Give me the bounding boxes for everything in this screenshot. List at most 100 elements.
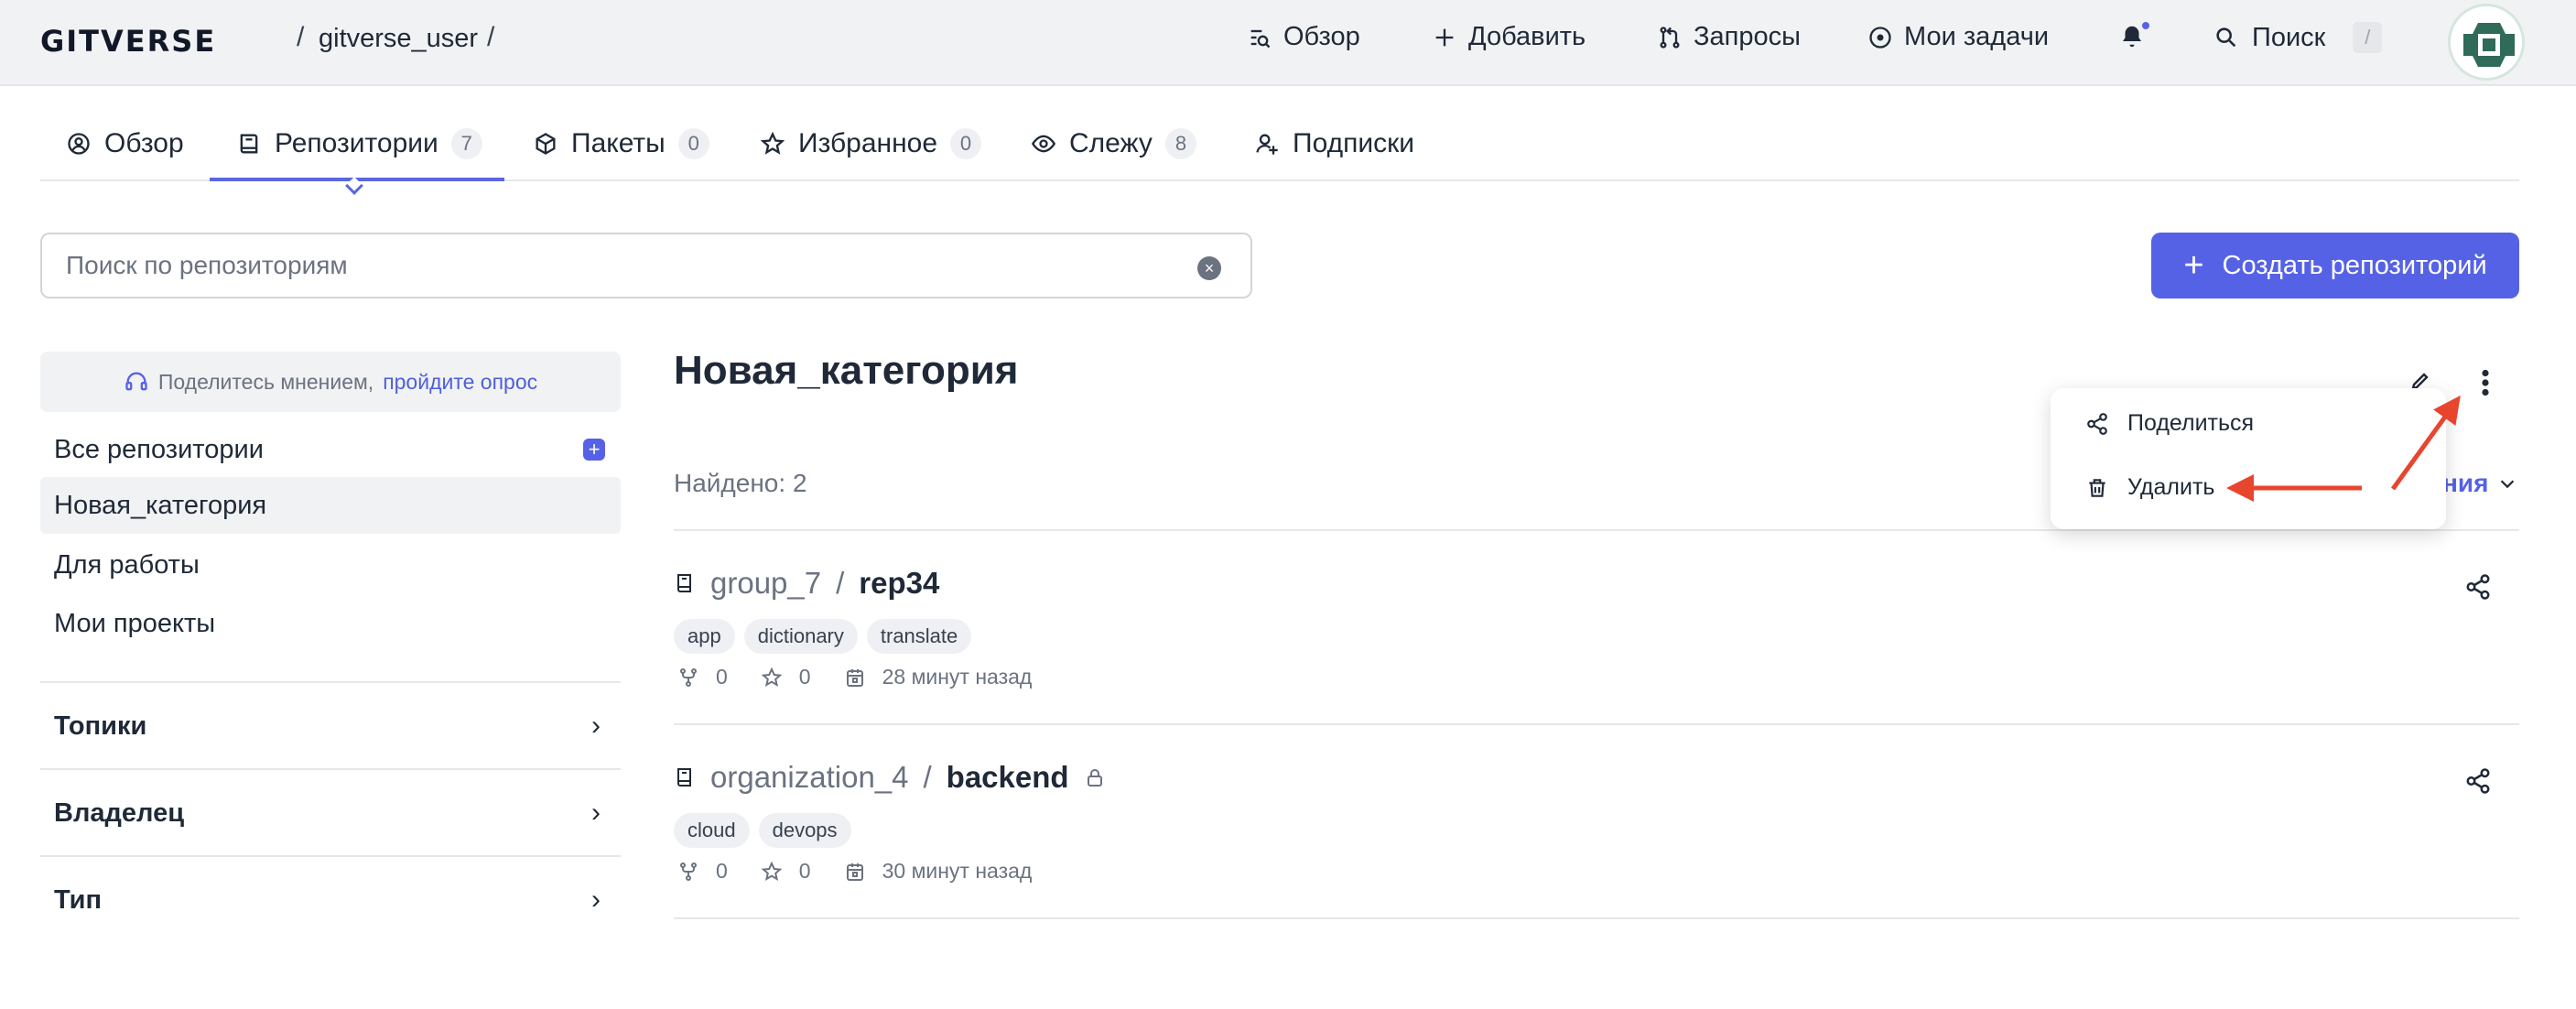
- survey-link[interactable]: пройдите опрос: [383, 370, 537, 395]
- repo-meta: 0 0 30 минут назад: [677, 859, 1032, 884]
- topic-tag[interactable]: app: [674, 619, 735, 654]
- nav-add-label: Добавить: [1468, 22, 1586, 51]
- eye-icon: [1031, 135, 1056, 153]
- repo-tags: cloud devops: [674, 813, 851, 848]
- notification-dot: [2140, 20, 2151, 31]
- tab-label: Репозитории: [275, 128, 438, 158]
- topic-tag[interactable]: cloud: [674, 813, 750, 848]
- create-repo-label: Создать репозиторий: [2222, 250, 2487, 280]
- topic-tag[interactable]: dictionary: [743, 619, 858, 654]
- nav-overview-label: Обзор: [1283, 22, 1360, 51]
- global-search-label: Поиск: [2252, 22, 2326, 52]
- category-work[interactable]: Для работы: [40, 537, 621, 593]
- chevron-right-icon: ›: [591, 711, 601, 741]
- tab-favorites[interactable]: Избранное 0: [760, 128, 982, 159]
- menu-item-delete[interactable]: Удалить: [2085, 474, 2214, 501]
- repo-name[interactable]: backend: [947, 760, 1069, 795]
- repo-title[interactable]: group_7 / rep34: [674, 566, 939, 601]
- pull-request-icon: [1660, 26, 1680, 49]
- breadcrumb-user[interactable]: gitverse_user: [319, 24, 478, 54]
- nav-requests-label: Запросы: [1694, 22, 1801, 51]
- repo-search-field[interactable]: ×: [40, 233, 1252, 298]
- filter-label: Топики: [54, 711, 147, 741]
- plus-icon: [1435, 28, 1454, 46]
- sort-dropdown[interactable]: ния: [2442, 469, 2517, 498]
- category-new[interactable]: Новая_категория: [40, 477, 621, 534]
- star-icon: [760, 131, 785, 155]
- updated-time: 30 минут назад: [882, 859, 1033, 883]
- topic-tag[interactable]: translate: [866, 619, 972, 654]
- plus-icon: +: [2183, 246, 2204, 285]
- category-all[interactable]: Все репозитории: [40, 421, 621, 478]
- fork-count: 0: [716, 665, 728, 689]
- tab-subscriptions[interactable]: Подписки: [1254, 128, 1414, 159]
- topic-tag[interactable]: devops: [758, 813, 851, 848]
- tab-count: 8: [1164, 128, 1196, 159]
- share-icon[interactable]: [2464, 767, 2492, 795]
- breadcrumb-separator: /: [487, 22, 495, 52]
- more-menu-icon[interactable]: [2472, 366, 2499, 399]
- nav-overview[interactable]: Обзор: [1247, 22, 1360, 52]
- category-my-projects[interactable]: Мои проекты: [40, 595, 621, 652]
- star-icon: [761, 861, 783, 881]
- nav-add[interactable]: Добавить: [1432, 22, 1586, 52]
- add-category-button[interactable]: +: [583, 439, 605, 461]
- search-hotkey: /: [2353, 22, 2383, 53]
- avatar[interactable]: [2448, 4, 2525, 81]
- filter-owner[interactable]: Владелец ›: [40, 768, 621, 856]
- tab-count: 0: [677, 128, 709, 159]
- issue-icon: [1869, 26, 1891, 49]
- divider: [674, 529, 2519, 531]
- repo-search-input[interactable]: [66, 247, 1164, 284]
- repo-tags: app dictionary translate: [674, 619, 972, 654]
- filter-type[interactable]: Тип ›: [40, 855, 621, 943]
- tab-label: Слежу: [1069, 128, 1153, 158]
- chevron-right-icon: ›: [591, 884, 601, 915]
- menu-item-share[interactable]: Поделиться: [2085, 410, 2254, 437]
- repo-name[interactable]: rep34: [859, 566, 939, 601]
- divider: [674, 723, 2519, 725]
- fork-icon: [680, 667, 697, 687]
- tab-packages[interactable]: Пакеты 0: [533, 128, 709, 159]
- gitverse-logo[interactable]: GITVERSE: [40, 24, 216, 59]
- tab-label: Подписки: [1293, 128, 1414, 158]
- repo-icon: [677, 768, 691, 787]
- share-icon: [2087, 412, 2107, 435]
- trash-icon: [2089, 478, 2105, 497]
- repo-slash: /: [836, 566, 845, 600]
- filter-label: Тип: [54, 885, 102, 915]
- top-header: GITVERSE / gitverse_user / Обзор Добавит…: [0, 0, 2576, 86]
- category-actions-menu: Поделиться Удалить: [2051, 388, 2446, 529]
- create-repo-button[interactable]: + Создать репозиторий: [2151, 233, 2519, 298]
- filter-topics[interactable]: Топики ›: [40, 681, 621, 769]
- overview-icon: [1250, 29, 1271, 48]
- repo-title[interactable]: organization_4 / backend: [674, 760, 1106, 795]
- repo-owner[interactable]: group_7: [710, 566, 821, 601]
- clear-search-icon[interactable]: ×: [1197, 256, 1221, 280]
- repo-owner[interactable]: organization_4: [710, 760, 909, 795]
- user-circle-icon: [68, 133, 90, 155]
- repo-slash: /: [923, 760, 932, 794]
- updated-time: 28 минут назад: [882, 665, 1033, 689]
- found-count: Найдено: 2: [674, 469, 807, 497]
- menu-item-label: Удалить: [2127, 474, 2215, 500]
- user-plus-icon: [1256, 134, 1278, 155]
- tab-repositories[interactable]: Репозитории 7: [236, 128, 482, 159]
- chevron-right-icon: ›: [591, 797, 601, 828]
- tab-watching[interactable]: Слежу 8: [1031, 128, 1196, 159]
- nav-requests[interactable]: Запросы: [1657, 22, 1801, 52]
- global-search-button[interactable]: Поиск /: [2213, 22, 2383, 53]
- star-count: 0: [798, 665, 811, 689]
- nav-my-tasks[interactable]: Мои задачи: [1867, 22, 2049, 52]
- share-icon[interactable]: [2464, 573, 2492, 601]
- tab-count: 0: [950, 128, 982, 159]
- tab-label: Избранное: [798, 128, 938, 158]
- search-icon: [2216, 27, 2236, 48]
- tab-overview[interactable]: Обзор: [66, 128, 184, 159]
- repo-meta: 0 0 28 минут назад: [677, 665, 1032, 689]
- divider: [674, 917, 2519, 919]
- tab-label: Обзор: [104, 128, 184, 158]
- filter-label: Владелец: [54, 798, 185, 828]
- menu-item-label: Поделиться: [2127, 410, 2255, 436]
- fork-count: 0: [716, 859, 728, 883]
